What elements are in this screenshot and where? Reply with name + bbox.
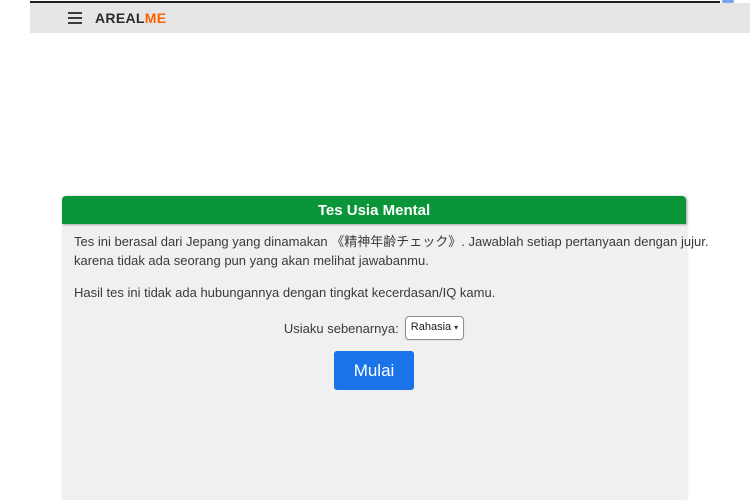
logo-text-accent: ME — [144, 10, 167, 26]
quiz-title: Tes Usia Mental — [62, 196, 686, 224]
hamburger-icon — [68, 12, 82, 14]
intro-text-line-1: Tes ini berasal dari Jepang yang dinamak… — [74, 234, 709, 249]
age-label: Usiaku sebenarnya: — [283, 320, 399, 336]
age-select[interactable]: Rahasia ▾ — [404, 316, 465, 340]
start-button[interactable]: Mulai — [334, 351, 414, 390]
arealme-logo[interactable]: AREAL ME — [95, 10, 166, 26]
menu-button[interactable] — [68, 12, 82, 24]
intro-text-line-2: karena tidak ada seorang pun yang akan m… — [74, 253, 429, 268]
quiz-card: Tes Usia Mental Tes ini berasal dari Jep… — [62, 196, 709, 500]
button-row: Mulai — [74, 351, 674, 390]
note-text: Hasil tes ini tidak ada hubungannya deng… — [74, 285, 496, 300]
age-select-value: Rahasia — [410, 321, 452, 333]
age-form-row: Usiaku sebenarnya: Rahasia ▾ — [74, 316, 674, 340]
quiz-card-body: Tes ini berasal dari Jepang yang dinamak… — [62, 224, 709, 390]
site-header: AREAL ME — [30, 3, 750, 33]
chevron-down-icon: ▾ — [454, 322, 459, 332]
logo-text-main: AREAL — [95, 10, 145, 26]
